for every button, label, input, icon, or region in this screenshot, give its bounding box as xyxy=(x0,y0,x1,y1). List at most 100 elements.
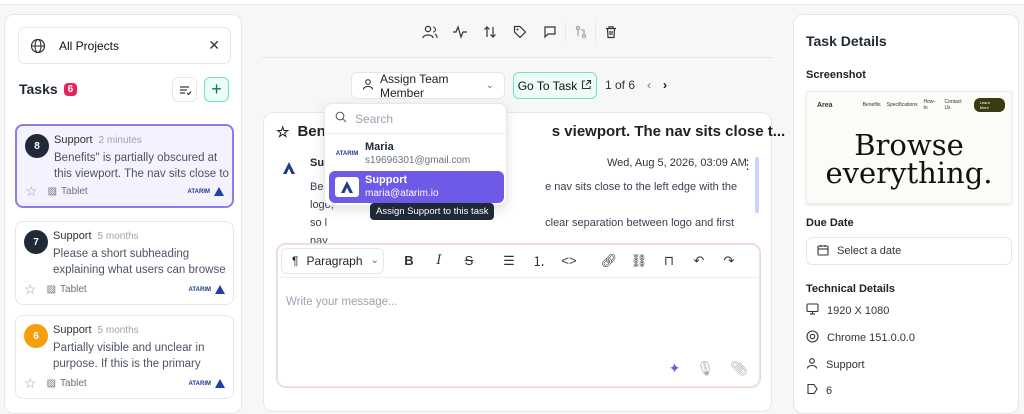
filter-list-icon xyxy=(179,85,191,95)
task-title-left: Ben xyxy=(297,123,326,140)
comment-flag-icon[interactable] xyxy=(535,22,565,42)
calendar-icon xyxy=(817,244,829,259)
task-footer: ☆ ▨ Tablet ATARIM xyxy=(24,281,225,298)
task-header: Support 2 minutes xyxy=(54,134,142,146)
go-to-task-button[interactable]: Go To Task xyxy=(513,72,597,99)
task-footer: ☆ ▨ Tablet ATARIM xyxy=(25,183,224,200)
search-icon xyxy=(335,111,347,126)
assign-team-member-dropdown[interactable]: Assign Team Member ⌄ xyxy=(351,71,505,100)
tasks-heading: Tasks 6 xyxy=(19,81,78,97)
bullet-list-icon[interactable]: ☰ xyxy=(494,253,524,269)
redo-icon[interactable]: ↷ xyxy=(714,253,744,269)
numbered-list-icon[interactable]: ⒈ xyxy=(524,251,554,270)
sparkle-icon[interactable]: ✦ xyxy=(669,360,681,377)
task-number-badge: 7 xyxy=(24,230,48,254)
pager: 1 of 6 ‹ › xyxy=(605,78,667,92)
atarim-logo-icon xyxy=(214,187,224,196)
project-name: All Projects xyxy=(59,38,120,53)
task-description: Benefits" is partially obscured at this … xyxy=(54,152,229,180)
assign-label: Assign Team Member xyxy=(380,71,449,100)
undo-icon[interactable]: ↶ xyxy=(684,253,714,269)
chevron-left-icon[interactable]: ‹ xyxy=(647,78,651,92)
atarim-logo-icon xyxy=(335,177,359,197)
search-placeholder: Search xyxy=(355,111,394,126)
go-to-task-label: Go To Task xyxy=(517,78,578,93)
task-card[interactable]: 7 Support 5 months Please a short subhead… xyxy=(15,221,234,305)
task-card[interactable]: 6 Support 5 months Partially visible and … xyxy=(15,315,234,399)
merge-icon[interactable] xyxy=(565,22,595,42)
star-icon[interactable]: ☆ xyxy=(24,375,37,392)
message-editor: ¶ Paragraph ⌄ B I S ☰ ⒈ <> 🔗︎ ⛓︎ ⊓ ↶ ↷ W… xyxy=(276,243,761,388)
screenshot-thumbnail[interactable]: Area Benefits Specifications How-to Cont… xyxy=(806,91,1012,204)
user-icon xyxy=(806,357,818,372)
screenshot-label: Screenshot xyxy=(806,69,866,81)
image-icon: ▨ xyxy=(46,284,57,295)
filter-button[interactable] xyxy=(172,77,197,102)
device-label: Tablet xyxy=(61,186,88,197)
message-input[interactable]: Write your message... xyxy=(286,296,398,308)
bookmark-icon[interactable]: ⊓ xyxy=(654,253,684,269)
task-number-badge: 6 xyxy=(24,324,48,348)
user-row: Support xyxy=(806,357,865,372)
editor-toolbar: ¶ Paragraph ⌄ B I S ☰ ⒈ <> 🔗︎ ⛓︎ ⊓ ↶ ↷ xyxy=(277,244,760,278)
star-icon[interactable]: ☆ xyxy=(24,281,37,298)
code-icon[interactable]: <> xyxy=(554,253,584,268)
task-card[interactable]: 8 Support 2 minutes Benefits" is partiall… xyxy=(15,124,234,208)
add-task-button[interactable]: + xyxy=(204,77,229,102)
due-date-picker[interactable]: Select a date xyxy=(806,237,1012,265)
member-option-support[interactable]: Support maria@atarim.io xyxy=(329,171,504,203)
users-icon[interactable] xyxy=(415,22,445,42)
device-label: Tablet xyxy=(60,378,87,389)
resolution-row: 1920 X 1080 xyxy=(806,303,889,318)
chevron-right-icon[interactable]: › xyxy=(663,78,667,92)
project-selector[interactable]: All Projects ✕ xyxy=(18,27,231,64)
pager-text: 1 of 6 xyxy=(605,78,636,92)
assignee-logos: ATARIM xyxy=(189,379,225,388)
image-icon: ▨ xyxy=(47,186,58,197)
more-vertical-icon[interactable]: ⋮ xyxy=(741,157,754,173)
due-date-placeholder: Select a date xyxy=(837,245,902,257)
globe-icon xyxy=(29,37,47,55)
tasks-count-badge: 6 xyxy=(63,82,78,96)
paperclip-icon[interactable]: 📎︎ xyxy=(730,360,748,377)
strikethrough-icon[interactable]: S xyxy=(454,253,484,268)
assignee-logos: ATARIM xyxy=(189,285,225,294)
panel-title: Task Details xyxy=(806,33,887,49)
paragraph-label: Paragraph xyxy=(306,253,363,268)
tasks-title: Tasks xyxy=(19,81,58,97)
chevron-down-icon: ⌄ xyxy=(485,80,494,91)
browser-row: Chrome 151.0.0.0 xyxy=(806,330,915,346)
unlink-icon[interactable]: ⛓︎ xyxy=(624,253,654,269)
divider xyxy=(262,57,773,58)
sort-icon[interactable] xyxy=(475,22,505,42)
close-icon[interactable]: ✕ xyxy=(208,37,220,54)
tag-icon xyxy=(806,383,818,398)
tag-icon[interactable] xyxy=(505,22,535,42)
tasks-panel: All Projects ✕ Tasks 6 + 8 Support 2 minu… xyxy=(4,14,242,414)
scrollbar[interactable] xyxy=(755,157,759,213)
activity-icon[interactable] xyxy=(445,22,475,42)
assignee-logos: ATARIM xyxy=(188,187,224,196)
link-icon[interactable]: 🔗︎ xyxy=(594,253,624,269)
atarim-logo-icon: ATARIM xyxy=(335,151,359,157)
tooltip: Assign Support to this task xyxy=(370,203,495,220)
atarim-logo-icon xyxy=(215,379,225,388)
external-link-icon xyxy=(581,79,592,93)
editor-actions: ✦ 🎙︎ 📎︎ xyxy=(669,360,748,377)
thumbnail-headline-2: everything. xyxy=(825,156,993,190)
chrome-icon xyxy=(806,330,819,346)
member-search-input[interactable]: Search xyxy=(325,104,506,134)
chevron-down-icon: ⌄ xyxy=(370,255,379,266)
top-bar xyxy=(0,0,1024,5)
star-icon[interactable]: ☆ xyxy=(25,183,38,200)
member-option-maria[interactable]: ATARIM Maria s19696301@gmail.com xyxy=(329,138,504,170)
italic-icon[interactable]: I xyxy=(424,253,454,268)
bold-icon[interactable]: B xyxy=(394,253,424,268)
star-icon[interactable]: ☆ xyxy=(276,123,289,141)
paragraph-style-select[interactable]: ¶ Paragraph ⌄ xyxy=(281,247,384,274)
microphone-icon[interactable]: 🎙︎ xyxy=(696,360,714,377)
trash-icon[interactable] xyxy=(595,22,625,42)
task-toolbar xyxy=(415,22,625,42)
task-footer: ☆ ▨ Tablet ATARIM xyxy=(24,375,225,392)
task-description: Partially visible and unclear in purpose… xyxy=(53,342,205,370)
